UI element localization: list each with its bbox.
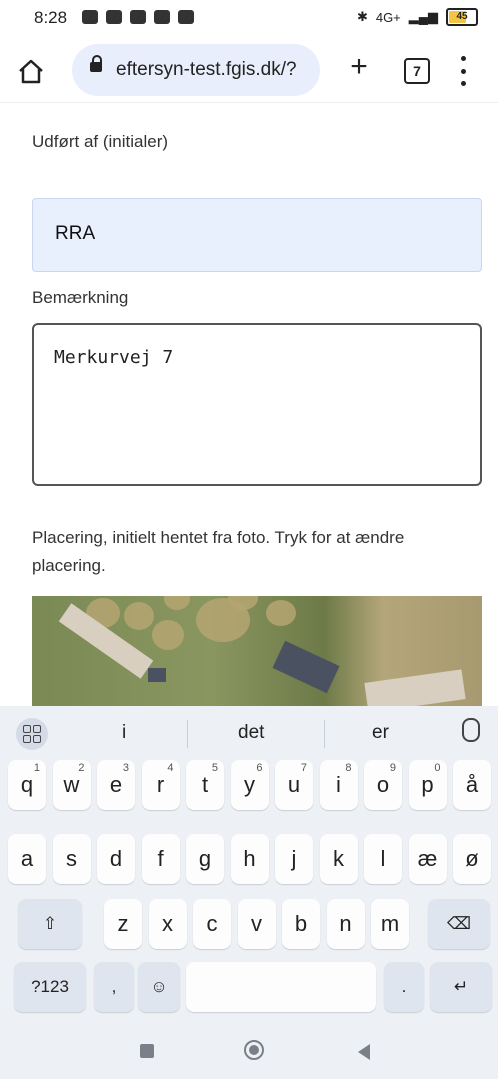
- home-icon[interactable]: [16, 56, 46, 86]
- lock-icon: [90, 55, 102, 72]
- key-v[interactable]: v: [237, 899, 276, 949]
- key-ø[interactable]: ø: [453, 834, 491, 884]
- key-b[interactable]: b: [282, 899, 320, 949]
- key-d[interactable]: d: [97, 834, 135, 884]
- key-l[interactable]: l: [364, 834, 402, 884]
- soft-keyboard: i det er q1w2e3r4t5y6u7i8o9p0å asdfghjklæ…: [0, 706, 498, 1024]
- signal-icon: ▂▄▆: [408, 9, 438, 24]
- key-e[interactable]: e3: [97, 760, 135, 810]
- emoji-key[interactable]: ☺: [138, 962, 180, 1012]
- key-p[interactable]: p0: [408, 760, 447, 810]
- notification-icons: [82, 10, 194, 24]
- initials-label: Udført af (initialer): [32, 132, 169, 151]
- bluetooth-icon: ✱: [356, 9, 368, 24]
- symbols-key[interactable]: ?123: [14, 962, 86, 1012]
- comma-key[interactable]: ,: [94, 962, 134, 1012]
- backspace-key[interactable]: ⌫: [428, 899, 490, 949]
- period-key[interactable]: .: [384, 962, 424, 1012]
- key-c[interactable]: c: [193, 899, 231, 949]
- url-text: eftersyn-test.fgis.dk/?: [116, 59, 297, 80]
- enter-key[interactable]: ↵: [430, 962, 492, 1012]
- battery-icon: 45: [446, 8, 478, 26]
- key-q[interactable]: q1: [8, 760, 46, 810]
- key-z[interactable]: z: [104, 899, 142, 949]
- suggestion-3[interactable]: er: [372, 722, 389, 744]
- remark-textarea[interactable]: Merkurvej 7: [32, 323, 482, 486]
- location-map[interactable]: [32, 596, 482, 706]
- key-æ[interactable]: æ: [408, 834, 447, 884]
- remark-value: Merkurvej 7: [54, 347, 174, 368]
- suggestion-1[interactable]: i: [122, 722, 126, 744]
- key-f[interactable]: f: [141, 834, 180, 884]
- home-nav-icon[interactable]: [244, 1040, 264, 1060]
- browser-toolbar: eftersyn-test.fgis.dk/? + 7: [0, 38, 498, 103]
- key-o[interactable]: o9: [364, 760, 402, 810]
- key-m[interactable]: m: [371, 899, 409, 949]
- key-k[interactable]: k: [319, 834, 358, 884]
- system-navigation-bar: [0, 1024, 498, 1079]
- address-bar[interactable]: eftersyn-test.fgis.dk/?: [72, 44, 320, 96]
- key-h[interactable]: h: [230, 834, 269, 884]
- placement-instructions: Placering, initielt hentet fra foto. Try…: [32, 528, 405, 575]
- keyboard-apps-icon[interactable]: [16, 718, 48, 750]
- key-y[interactable]: y6: [230, 760, 269, 810]
- recents-icon[interactable]: [140, 1044, 154, 1058]
- back-icon[interactable]: [358, 1044, 370, 1060]
- suggestion-strip: i det er: [0, 706, 498, 762]
- key-s[interactable]: s: [52, 834, 91, 884]
- key-g[interactable]: g: [186, 834, 224, 884]
- new-tab-button[interactable]: +: [344, 52, 374, 82]
- tab-switcher-button[interactable]: 7: [404, 58, 430, 84]
- key-i[interactable]: i8: [319, 760, 358, 810]
- key-n[interactable]: n: [326, 899, 365, 949]
- shift-key[interactable]: ⇧: [18, 899, 82, 949]
- network-label: 4G+: [375, 9, 401, 25]
- suggestion-2[interactable]: det: [238, 722, 264, 744]
- initials-value: RRA: [55, 223, 96, 244]
- remark-label: Bemærkning: [32, 288, 129, 307]
- status-time: 8:28: [34, 8, 68, 27]
- key-x[interactable]: x: [148, 899, 187, 949]
- status-bar: 8:28 ✱ 4G+ ▂▄▆ 45: [0, 0, 498, 38]
- muted-icon: [82, 10, 98, 24]
- key-j[interactable]: j: [275, 834, 313, 884]
- initials-field[interactable]: RRA: [32, 198, 482, 272]
- video-icon: [130, 10, 146, 24]
- video-icon: [178, 10, 194, 24]
- key-t[interactable]: t5: [186, 760, 224, 810]
- alarm-icon: [106, 10, 122, 24]
- microphone-icon[interactable]: [462, 718, 480, 742]
- key-w[interactable]: w2: [52, 760, 91, 810]
- key-r[interactable]: r4: [141, 760, 180, 810]
- more-menu-icon[interactable]: [458, 56, 468, 86]
- key-a[interactable]: a: [8, 834, 46, 884]
- space-key[interactable]: [186, 962, 376, 1012]
- app-icon: [154, 10, 170, 24]
- key-å[interactable]: å: [453, 760, 491, 810]
- key-u[interactable]: u7: [275, 760, 313, 810]
- page-content: Udført af (initialer) RRA Bemærkning Mer…: [0, 102, 498, 706]
